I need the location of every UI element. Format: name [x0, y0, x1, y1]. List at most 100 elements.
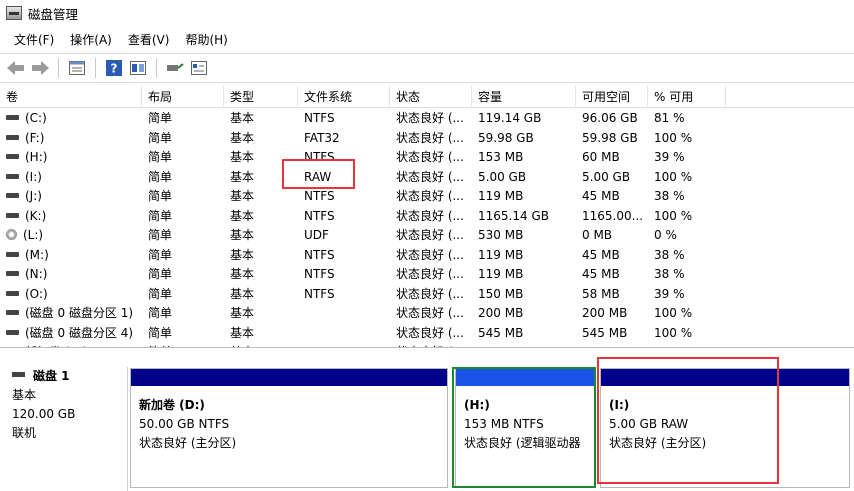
volume-layout-cell: 简单 [142, 343, 224, 347]
cell-text: 简单 [148, 208, 173, 223]
volume-status-cell: 状态良好 (... [390, 304, 472, 324]
volume-type-cell: 基本 [224, 343, 298, 347]
volume-name-cell: 新加卷 (D:) [0, 343, 142, 347]
cell-text: 基本 [230, 325, 255, 340]
volume-free-cell: 45 MB [576, 265, 648, 285]
cell-text: 状态良好 (... [396, 150, 464, 164]
menu-file[interactable]: 文件(F) [6, 31, 62, 48]
volume-fs-cell: UDF [298, 226, 390, 246]
volume-row[interactable]: (O:) 简单 基本 NTFS 状态良好 (... 150 MB 58 MB 39 % [0, 285, 854, 305]
column-header-capacity[interactable]: 容量 [472, 86, 576, 108]
column-header-filesystem[interactable]: 文件系统 [298, 86, 390, 108]
volume-status-cell: 状态良好 (... [390, 168, 472, 188]
volume-pct-cell: 38 % [648, 187, 726, 207]
cell-text: NTFS [304, 111, 335, 125]
volume-free-cell: 0 MB [576, 226, 648, 246]
volume-row[interactable]: (磁盘 0 磁盘分区 4) 简单 基本 状态良好 (... 545 MB 545 MB 10… [0, 324, 854, 344]
cell-text: NTFS [304, 267, 335, 281]
cell-text: 100 % [654, 169, 693, 184]
back-arrow-icon[interactable] [6, 58, 26, 78]
console-icon[interactable] [189, 58, 209, 78]
volume-row[interactable]: (J:) 简单 基本 NTFS 状态良好 (... 119 MB 45 MB 38 % [0, 187, 854, 207]
volume-row[interactable]: (F:) 简单 基本 FAT32 状态良好 (... 59.98 GB 59.98 GB 10… [0, 129, 854, 149]
volume-name-cell: (M:) [0, 246, 142, 266]
properties-icon[interactable] [165, 58, 185, 78]
cell-text: (M:) [25, 247, 49, 262]
volume-type-cell: 基本 [224, 226, 298, 246]
cell-text: 119.14 GB [478, 111, 542, 125]
disk-state: 联机 [12, 426, 37, 440]
column-header-status[interactable]: 状态 [390, 86, 472, 108]
cell-text: 基本 [230, 169, 255, 184]
disk-view-icon[interactable] [128, 58, 148, 78]
cell-text: 150 MB [478, 286, 524, 301]
toolbar: ? [0, 53, 854, 83]
cell-text: 基本 [230, 130, 255, 145]
cell-text: 状态良好 (... [396, 286, 464, 301]
menu-bar: 文件(F) 操作(A) 查看(V) 帮助(H) [0, 28, 854, 50]
menu-help[interactable]: 帮助(H) [177, 31, 235, 48]
cell-text: 38 % [654, 189, 685, 203]
volume-icon [6, 271, 19, 276]
volume-pct-cell: 0 % [648, 226, 726, 246]
volume-status-cell: 状态良好 (... [390, 187, 472, 207]
volume-status-cell: 状态良好 (... [390, 246, 472, 266]
column-header-layout[interactable]: 布局 [142, 86, 224, 108]
cell-text: 545 MB [582, 325, 628, 340]
volume-pct-cell: 100 % [648, 324, 726, 344]
column-header-percent-free[interactable]: % 可用 [648, 86, 726, 108]
volume-fs-cell: NTFS [298, 246, 390, 266]
volume-row[interactable]: 新加卷 (D:) 简单 基本 NTFS 状态良好 (... 50.00 GB [0, 343, 854, 347]
volume-row[interactable]: (M:) 简单 基本 NTFS 状态良好 (... 119 MB 45 MB 38 % [0, 246, 854, 266]
cell-text: 39 % [654, 150, 685, 164]
volume-row[interactable]: (I:) 简单 基本 RAW 状态良好 (... 5.00 GB 5.00 GB 100 % [0, 168, 854, 188]
volume-free-cell: 58 MB [576, 285, 648, 305]
partition-d-bar [131, 369, 447, 386]
volume-name-cell: (K:) [0, 207, 142, 227]
forward-arrow-icon[interactable] [30, 58, 50, 78]
volume-row[interactable]: (磁盘 0 磁盘分区 1) 简单 基本 状态良好 (... 200 MB 200 MB 10… [0, 304, 854, 324]
volume-capacity-cell: 153 MB [472, 148, 576, 168]
cell-text: 119 MB [478, 267, 524, 281]
column-header-free-space[interactable]: 可用空间 [576, 86, 648, 108]
cell-text: (J:) [25, 189, 42, 203]
volume-layout-cell: 简单 [142, 246, 224, 266]
volume-row[interactable]: (L:) 简单 基本 UDF 状态良好 (... 530 MB 0 MB 0 % [0, 226, 854, 246]
column-header-volume[interactable]: 卷 [0, 86, 142, 108]
column-header-type[interactable]: 类型 [224, 86, 298, 108]
volume-pct-cell: 100 % [648, 168, 726, 188]
menu-action[interactable]: 操作(A) [62, 31, 120, 48]
disk-name: 磁盘 1 [33, 369, 70, 383]
disk-1-label[interactable]: 磁盘 1 基本 120.00 GB 联机 [0, 367, 128, 491]
cell-text: 58 MB [582, 286, 620, 301]
partition-d-size: 50.00 GB NTFS [139, 417, 230, 431]
cell-text: 状态良好 (... [396, 228, 464, 242]
cell-text: 45 MB [582, 267, 620, 281]
volume-row[interactable]: (K:) 简单 基本 NTFS 状态良好 (... 1165.14 GB 1165.00..… [0, 207, 854, 227]
volume-free-cell: 200 MB [576, 304, 648, 324]
cell-text: 基本 [230, 306, 255, 320]
partition-d[interactable]: 新加卷 (D:) 50.00 GB NTFS 状态良好 (主分区) [130, 368, 448, 488]
volume-fs-cell: NTFS [298, 109, 390, 129]
volume-pct-cell: 100 % [648, 304, 726, 324]
volume-row[interactable]: (N:) 简单 基本 NTFS 状态良好 (... 119 MB 45 MB 38 % [0, 265, 854, 285]
menu-view[interactable]: 查看(V) [120, 31, 178, 48]
volume-row[interactable]: (H:) 简单 基本 NTFS 状态良好 (... 153 MB 60 MB 39 % [0, 148, 854, 168]
help-icon[interactable]: ? [104, 58, 124, 78]
cell-text: 基本 [230, 111, 255, 125]
volume-pct-cell: 38 % [648, 246, 726, 266]
cell-text: 简单 [148, 267, 173, 281]
volume-row[interactable]: (C:) 简单 基本 NTFS 状态良好 (... 119.14 GB 96.06 GB 81… [0, 109, 854, 129]
cell-text: 38 % [654, 267, 685, 281]
cell-text: 简单 [148, 111, 173, 125]
cell-text: 200 MB [582, 306, 628, 320]
list-view-icon[interactable] [67, 58, 87, 78]
volume-free-cell: 59.98 GB [576, 129, 648, 149]
volume-fs-cell: NTFS [298, 343, 390, 347]
disk-icon [12, 372, 25, 377]
volume-capacity-cell: 59.98 GB [472, 129, 576, 149]
volume-layout-cell: 简单 [142, 324, 224, 344]
cell-text: (L:) [23, 228, 44, 242]
volume-name-cell: (F:) [0, 129, 142, 149]
volume-icon [6, 212, 19, 218]
